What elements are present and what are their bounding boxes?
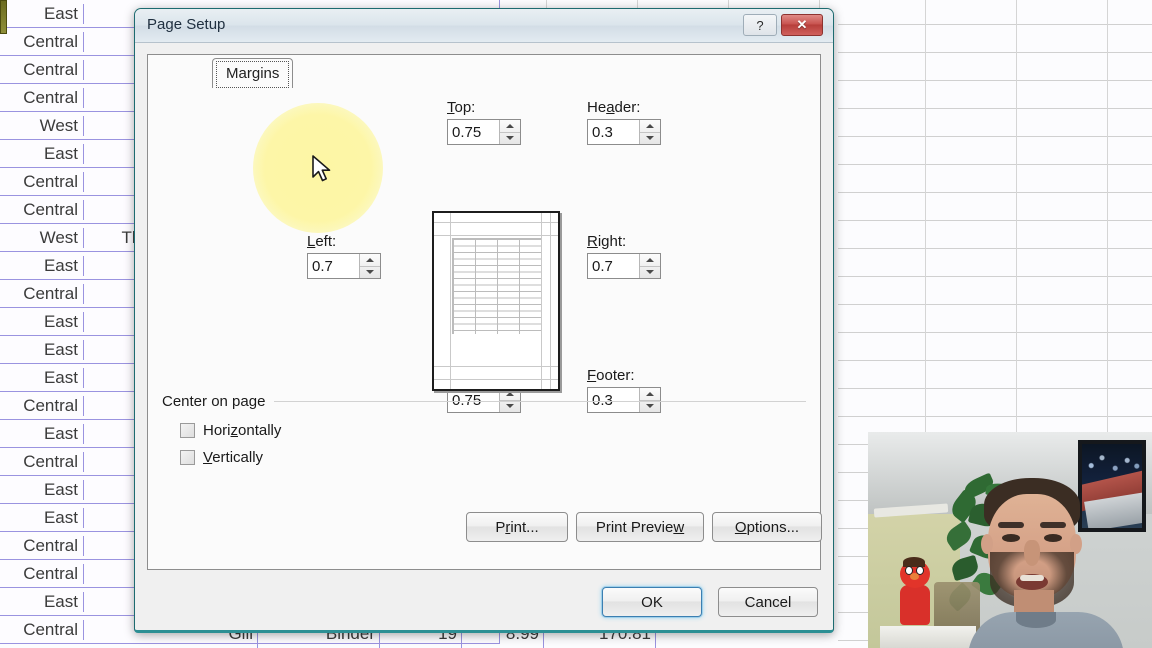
left-margin-stepper[interactable] — [307, 253, 381, 279]
top-margin-label: Top: — [447, 99, 475, 116]
cell-region[interactable]: East — [0, 4, 84, 24]
footer-margin-spin-buttons[interactable] — [639, 388, 660, 412]
cell-region[interactable]: East — [0, 144, 84, 164]
ok-button[interactable]: OK — [602, 587, 702, 617]
options-button[interactable]: Options... — [712, 512, 822, 542]
cancel-button[interactable]: Cancel — [718, 587, 818, 617]
webcam-overlay — [868, 432, 1152, 648]
print-preview-button[interactable]: Print Preview — [576, 512, 704, 542]
cell-region[interactable]: East — [0, 424, 84, 444]
footer-margin-label: Footer: — [587, 367, 635, 384]
horizontally-label: Horizontally — [203, 422, 281, 439]
vertically-checkbox-row[interactable]: Vertically — [180, 449, 263, 466]
vertically-checkbox[interactable] — [180, 450, 195, 465]
cell-region[interactable]: East — [0, 592, 84, 612]
right-margin-stepper[interactable] — [587, 253, 661, 279]
cell-region[interactable]: Central — [0, 284, 84, 304]
cell-region[interactable]: East — [0, 508, 84, 528]
cell-region[interactable]: Central — [0, 60, 84, 80]
header-margin-label: Header: — [587, 99, 640, 116]
margins-tab-panel: Top: Header: L — [147, 54, 821, 570]
top-margin-spin-up-icon[interactable] — [500, 120, 520, 133]
bottom-margin-input[interactable] — [448, 388, 499, 412]
horizontally-checkbox[interactable] — [180, 423, 195, 438]
footer-margin-spin-down-icon[interactable] — [640, 401, 660, 413]
screen: EastCentralCentralJaCentralWestSEastCent… — [0, 0, 1152, 648]
header-margin-stepper[interactable] — [587, 119, 661, 145]
left-margin-label: Left: — [307, 233, 336, 250]
center-on-page-label: Center on page — [162, 393, 271, 410]
cell-region[interactable]: Central — [0, 200, 84, 220]
page-setup-dialog: Page Setup ? ✕ PageMarginsHeader/FooterS… — [134, 8, 834, 633]
footer-margin-stepper[interactable] — [587, 387, 661, 413]
cell-region[interactable]: Central — [0, 32, 84, 52]
left-margin-spin-buttons[interactable] — [359, 254, 380, 278]
cell-region[interactable]: Central — [0, 172, 84, 192]
right-margin-label: Right: — [587, 233, 626, 250]
header-margin-spin-down-icon[interactable] — [640, 133, 660, 145]
page-preview-grid — [452, 238, 541, 334]
dialog-title: Page Setup — [147, 16, 225, 33]
cell-region[interactable]: West — [0, 116, 84, 136]
top-margin-spin-buttons[interactable] — [499, 120, 520, 144]
cell-region[interactable]: Central — [0, 396, 84, 416]
right-margin-spin-up-icon[interactable] — [640, 254, 660, 267]
bottom-margin-spin-down-icon[interactable] — [500, 401, 520, 413]
page-preview[interactable] — [432, 211, 560, 391]
tab-margins[interactable]: Margins — [212, 58, 293, 88]
presenter-video — [964, 478, 1124, 648]
tab-focus-ring — [216, 61, 289, 88]
left-margin-spin-down-icon[interactable] — [360, 267, 380, 279]
cell-region[interactable]: East — [0, 480, 84, 500]
bottom-margin-spin-buttons[interactable] — [499, 388, 520, 412]
cell-region[interactable]: East — [0, 368, 84, 388]
vertically-label: Vertically — [203, 449, 263, 466]
header-margin-input[interactable] — [588, 120, 639, 144]
right-margin-spin-down-icon[interactable] — [640, 267, 660, 279]
left-margin-spin-up-icon[interactable] — [360, 254, 380, 267]
footer-margin-input[interactable] — [588, 388, 639, 412]
close-icon[interactable]: ✕ — [781, 14, 823, 36]
print-button[interactable]: Print... — [466, 512, 568, 542]
left-margin-input[interactable] — [308, 254, 359, 278]
top-margin-stepper[interactable] — [447, 119, 521, 145]
top-margin-spin-down-icon[interactable] — [500, 133, 520, 145]
cell-region[interactable]: Central — [0, 536, 84, 556]
cell-region[interactable]: Central — [0, 88, 84, 108]
center-on-page-divider — [274, 401, 806, 402]
top-margin-input[interactable] — [448, 120, 499, 144]
cell-region[interactable]: West — [0, 228, 84, 248]
cell-region[interactable]: Central — [0, 452, 84, 472]
footer-margin-spin-up-icon[interactable] — [640, 388, 660, 401]
horizontally-checkbox-row[interactable]: Horizontally — [180, 422, 281, 439]
help-icon[interactable]: ? — [743, 14, 777, 36]
cell-region[interactable]: East — [0, 256, 84, 276]
right-margin-input[interactable] — [588, 254, 639, 278]
cell-region[interactable]: East — [0, 312, 84, 332]
cell-selection-marker — [0, 0, 7, 34]
cell-region[interactable]: East — [0, 340, 84, 360]
header-margin-spin-up-icon[interactable] — [640, 120, 660, 133]
cell-region[interactable]: Central — [0, 564, 84, 584]
mouse-pointer-icon — [312, 155, 334, 185]
dialog-titlebar[interactable]: Page Setup ? ✕ — [135, 9, 833, 43]
header-margin-spin-buttons[interactable] — [639, 120, 660, 144]
right-margin-spin-buttons[interactable] — [639, 254, 660, 278]
shelf — [880, 626, 976, 648]
